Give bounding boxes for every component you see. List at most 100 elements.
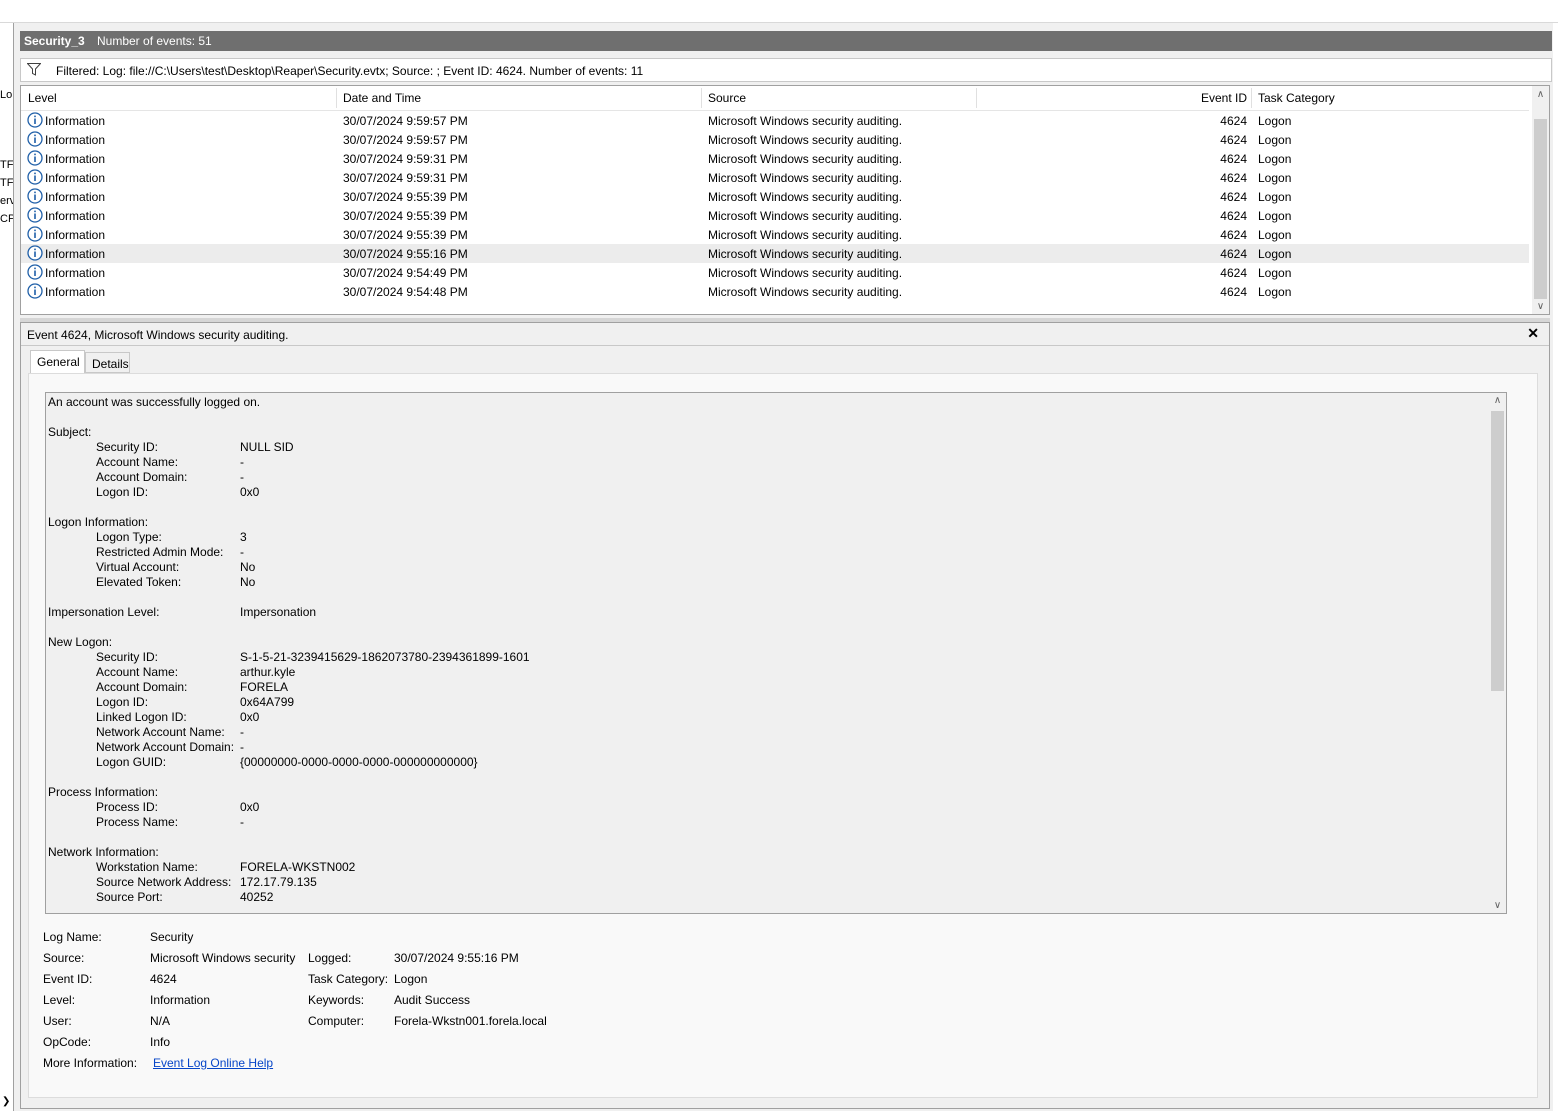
cell-source: Microsoft Windows security auditing. [708, 209, 903, 223]
cell-source: Microsoft Windows security auditing. [708, 133, 903, 147]
description-label: Process ID: [96, 800, 159, 814]
table-row[interactable]: Information 30/07/2024 9:59:57 PM Microsof… [21, 130, 1529, 149]
scroll-up-arrow-icon[interactable]: ∧ [1532, 89, 1549, 100]
column-header-source[interactable]: Source [708, 91, 746, 105]
cell-event-id: 4624 [1220, 285, 1247, 299]
cell-event-id: 4624 [1220, 171, 1247, 185]
cell-level: Information [45, 190, 106, 204]
column-divider[interactable] [701, 88, 702, 108]
events-table: Level Date and Time Source Event ID Task… [20, 85, 1550, 315]
table-row[interactable]: Information 30/07/2024 9:54:48 PM Microsof… [21, 282, 1529, 301]
table-row[interactable]: Information 30/07/2024 9:59:31 PM Microsof… [21, 149, 1529, 168]
column-header-level[interactable]: Level [28, 91, 57, 105]
description-label: Restricted Admin Mode: [96, 545, 224, 559]
description-value: No [240, 575, 256, 589]
description-label: Source Network Address: [96, 875, 232, 889]
left-pane-text: Lo [0, 89, 13, 101]
description-value: FORELA-WKSTN002 [240, 860, 356, 874]
information-icon [27, 207, 43, 223]
table-row[interactable]: Information 30/07/2024 9:55:39 PM Microsof… [21, 225, 1529, 244]
cell-task-category: Logon [1258, 209, 1292, 223]
description-value: No [240, 560, 256, 574]
description-value: arthur.kyle [240, 665, 296, 679]
scrollbar-thumb[interactable] [1491, 411, 1504, 691]
description-label: Network Account Domain: [96, 740, 235, 754]
property-logged: 30/07/2024 9:55:16 PM [394, 951, 519, 965]
chevron-right-icon[interactable]: ❯ [2, 1096, 10, 1107]
scrollbar-thumb[interactable] [1534, 119, 1547, 299]
column-divider[interactable] [336, 88, 337, 108]
cell-level: Information [45, 228, 106, 242]
table-row[interactable]: Information 30/07/2024 9:54:49 PM Microsof… [21, 263, 1529, 282]
table-row[interactable]: Information 30/07/2024 9:59:57 PM Microsof… [21, 111, 1529, 130]
description-scrollbar[interactable]: ∧ ∨ [1489, 393, 1506, 913]
description-value: 0x0 [240, 800, 260, 814]
event-count: Number of events: 51 [97, 34, 212, 48]
column-divider[interactable] [976, 88, 977, 108]
table-row[interactable]: Information 30/07/2024 9:59:31 PM Microsof… [21, 168, 1529, 187]
property-label: User: [43, 1014, 72, 1028]
column-header-task-category[interactable]: Task Category [1258, 91, 1335, 105]
cell-event-id: 4624 [1220, 228, 1247, 242]
table-header: Level Date and Time Source Event ID Task… [21, 86, 1529, 111]
description-value: - [240, 725, 244, 739]
left-pane-text: TF [0, 159, 14, 171]
cell-event-id: 4624 [1220, 247, 1247, 261]
property-level: Information [150, 993, 211, 1007]
information-icon [27, 169, 43, 185]
description-value: - [240, 740, 244, 754]
scroll-up-arrow-icon[interactable]: ∧ [1489, 395, 1506, 406]
property-log-name: Security [150, 930, 194, 944]
description-label: Network Account Name: [96, 725, 225, 739]
event-description-textbox[interactable]: An account was successfully logged on. Su… [45, 392, 1507, 914]
description-value: 0x64A799 [240, 695, 295, 709]
property-opcode: Info [150, 1035, 171, 1049]
property-label: OpCode: [43, 1035, 92, 1049]
description-value: 172.17.79.135 [240, 875, 317, 889]
left-pane-strip[interactable]: Lo TF TF erv CP ❯ [0, 23, 14, 1111]
property-label: Level: [43, 993, 76, 1007]
description-value: - [240, 545, 244, 559]
event-detail-pane: Event 4624, Microsoft Windows security a… [20, 322, 1550, 1109]
tab-general[interactable]: General [30, 350, 85, 374]
cell-task-category: Logon [1258, 152, 1292, 166]
column-header-date-time[interactable]: Date and Time [343, 91, 421, 105]
description-value: FORELA [240, 680, 289, 694]
cell-source: Microsoft Windows security auditing. [708, 190, 903, 204]
general-tab-panel: An account was successfully logged on. Su… [28, 373, 1538, 1098]
cell-date-time: 30/07/2024 9:59:57 PM [343, 114, 468, 128]
information-icon [27, 245, 43, 261]
cell-date-time: 30/07/2024 9:55:39 PM [343, 209, 468, 223]
description-label: Process Information: [48, 785, 159, 799]
cell-level: Information [45, 247, 106, 261]
log-name: Security_3 [24, 34, 85, 48]
scroll-down-arrow-icon[interactable]: ∨ [1532, 301, 1549, 312]
description-value: - [240, 815, 244, 829]
description-label: Linked Logon ID: [96, 710, 187, 724]
column-header-event-id[interactable]: Event ID [1187, 91, 1247, 105]
description-label: Virtual Account: [96, 560, 180, 574]
description-value: {00000000-0000-0000-0000-000000000000} [240, 755, 478, 769]
event-log-online-help-link[interactable]: Event Log Online Help [153, 1056, 273, 1070]
description-value: NULL SID [240, 440, 294, 454]
description-label: Account Name: [96, 455, 179, 469]
cell-task-category: Logon [1258, 285, 1292, 299]
description-value: 3 [240, 530, 247, 544]
filter-icon [27, 63, 41, 76]
cell-task-category: Logon [1258, 247, 1292, 261]
description-label: Account Name: [96, 665, 179, 679]
cell-event-id: 4624 [1220, 114, 1247, 128]
tab-details[interactable]: Details [85, 352, 130, 373]
description-label: Source Port: [96, 890, 163, 904]
description-value: 40252 [240, 890, 274, 904]
column-divider[interactable] [1251, 88, 1252, 108]
description-label: Logon ID: [96, 485, 149, 499]
description-value: - [240, 455, 244, 469]
table-row[interactable]: Information 30/07/2024 9:55:16 PM Microsof… [21, 244, 1529, 263]
table-row[interactable]: Information 30/07/2024 9:55:39 PM Microsof… [21, 187, 1529, 206]
scroll-down-arrow-icon[interactable]: ∨ [1489, 900, 1506, 911]
table-scrollbar[interactable]: ∧ ∨ [1532, 86, 1549, 314]
table-row[interactable]: Information 30/07/2024 9:55:39 PM Microsof… [21, 206, 1529, 225]
close-icon[interactable]: ✕ [1527, 325, 1539, 342]
cell-source: Microsoft Windows security auditing. [708, 171, 903, 185]
